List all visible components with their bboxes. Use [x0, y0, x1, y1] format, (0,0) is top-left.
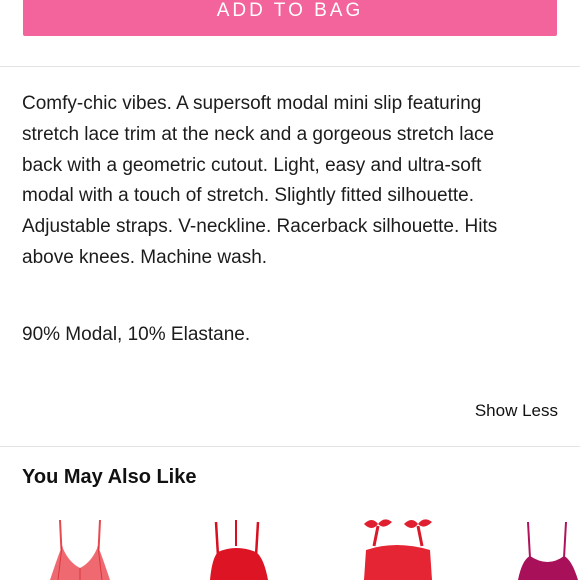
satin-bow-top-thumbnail: [364, 519, 432, 580]
product-card[interactable]: [508, 516, 580, 580]
lace-bralette-thumbnail: [50, 519, 110, 581]
description-line: above knees. Machine wash.: [22, 246, 268, 268]
red-slip-thumbnail: [210, 520, 268, 580]
add-to-bag-button[interactable]: ADD TO BAG: [23, 0, 557, 36]
description-line: modal with a touch of stretch. Slightly …: [22, 185, 475, 207]
product-card[interactable]: [192, 516, 292, 580]
fabric-composition: 90% Modal, 10% Elastane.: [22, 324, 251, 345]
description-line: stretch lace trim at the neck and a gorg…: [22, 123, 495, 145]
divider: [0, 66, 580, 67]
you-may-also-like-heading: You May Also Like: [22, 466, 197, 488]
description-line: Comfy-chic vibes. A supersoft modal mini…: [22, 93, 482, 114]
product-card[interactable]: [28, 516, 128, 581]
show-less-link[interactable]: Show Less: [475, 401, 558, 421]
product-description: Comfy-chic vibes. A supersoft modal mini…: [22, 89, 552, 274]
description-line: Adjustable straps. V-neckline. Racerback…: [22, 216, 498, 238]
product-card[interactable]: [352, 516, 452, 580]
magenta-slip-thumbnail: [518, 521, 578, 580]
divider: [0, 446, 580, 447]
description-line: back with a geometric cutout. Light, eas…: [22, 154, 482, 176]
